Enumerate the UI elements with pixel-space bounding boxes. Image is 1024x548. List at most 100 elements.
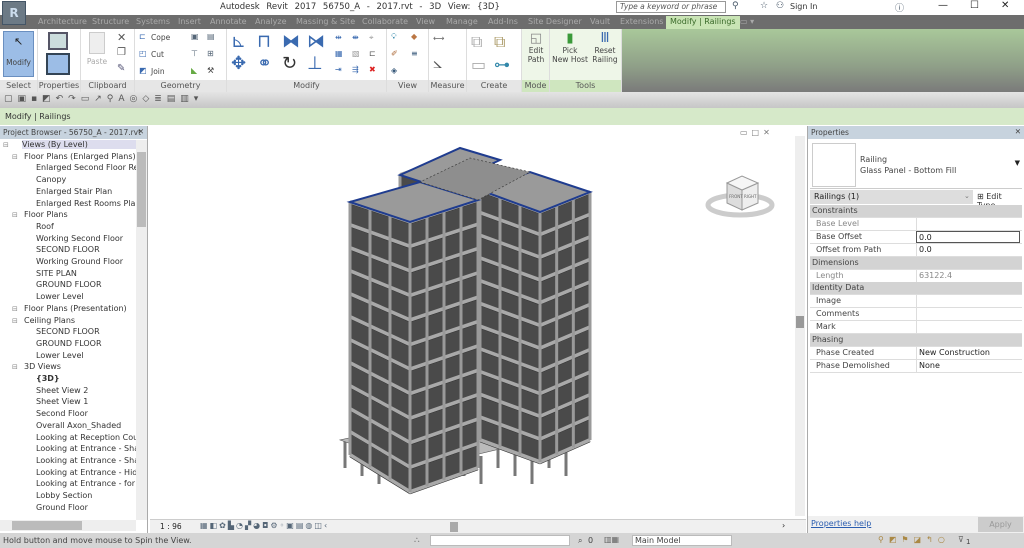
tab-add-ins[interactable]: Add-Ins [488,16,518,29]
tab-collaborate[interactable]: Collaborate [362,16,408,29]
linework-icon[interactable]: ✐ [391,49,398,58]
browser-item[interactable]: SITE PLAN [36,269,136,278]
demolish-icon[interactable]: ⚒ [207,66,214,75]
browser-item[interactable]: Looking at Entrance - Hidde [36,468,136,477]
type-selector[interactable]: Railing Glass Panel - Bottom Fill ▼ [810,141,1022,189]
dimension-icon[interactable]: ⦣ [433,53,442,73]
move-icon[interactable]: ✥ [231,53,246,74]
design-options-icon[interactable]: ▥▦ [604,535,619,544]
cope-button[interactable]: Cope [151,33,170,42]
browser-item[interactable]: Looking at Entrance - Shade [36,444,136,453]
help-icon[interactable]: ⓘ [895,1,904,14]
search-input[interactable]: Type a keyword or phrase [616,1,726,13]
expand-toggle-icon[interactable]: ⊟ [12,211,20,219]
split-icon[interactable]: ⇹ [335,33,342,42]
property-value[interactable]: None [916,359,1020,372]
sign-in-button[interactable]: Sign In [790,2,817,11]
close-icon[interactable]: ✕ [138,127,144,136]
split-face-icon[interactable]: ▤ [207,32,215,41]
tab-vault[interactable]: Vault [590,16,610,29]
user-icon[interactable]: ⚇ [776,1,784,11]
override-icon[interactable]: ◆ [411,32,417,41]
scrollbar-thumb[interactable] [12,521,82,530]
section-phasing[interactable]: Phasing [810,334,1022,347]
mirror-axis-icon[interactable]: ⧓ [282,31,300,52]
browser-item[interactable]: Overall Axon_Shaded [36,421,136,430]
trim-extend-single-icon[interactable]: ⇥ [335,65,342,74]
pin-icon[interactable]: ⌖ [369,33,374,43]
horizontal-scroll-thumb[interactable] [450,522,458,532]
property-value[interactable]: 63122.4 [916,269,1020,282]
property-value[interactable]: New Construction [916,346,1020,359]
beam-join-icon[interactable]: ⊤ [191,49,198,58]
browser-item[interactable]: Ceiling Plans [24,316,136,325]
maximize-button[interactable]: ☐ [970,0,979,11]
browser-item[interactable]: Floor Plans (Presentation) [24,304,136,313]
section-constraints[interactable]: Constraints [810,205,1022,218]
properties-help-link[interactable]: Properties help [811,519,871,528]
tab-site-designer[interactable]: Site Designer [528,16,582,29]
close-button[interactable]: ✕ [1001,0,1009,11]
browser-item[interactable]: Working Ground Floor [36,257,136,266]
wall-joins-icon[interactable]: ▣ [191,32,199,41]
paste-button[interactable]: Paste [85,57,109,66]
tab-massing-site[interactable]: Massing & Site [296,16,355,29]
scale-icon[interactable]: ▧ [352,49,360,58]
mirror-draw-icon[interactable]: ⧒ [307,31,325,52]
star-icon[interactable]: ☆ [760,1,768,11]
browser-item[interactable]: Looking at Entrance - Shade [36,456,136,465]
horizontal-scrollbar[interactable] [0,520,136,531]
delete-icon[interactable]: ✖ [369,65,376,74]
browser-item[interactable]: Second Floor [36,409,136,418]
browser-item[interactable]: {3D} [36,374,136,383]
view-scale[interactable]: 1 : 96 [160,522,182,531]
edit-path-button[interactable]: ◱ Edit Path [523,31,549,77]
browser-item[interactable]: Lower Level [36,292,136,301]
selection-filter-icons[interactable]: ⚲◩⚑◪↰○ [878,535,950,544]
browser-item[interactable]: Floor Plans (Enlarged Plans) [24,152,136,161]
browser-item[interactable]: Sheet View 2 [36,386,136,395]
instance-filter-dropdown[interactable]: Railings (1) [810,190,973,204]
browser-item[interactable]: Views (By Level) [22,140,136,149]
tab-analyze[interactable]: Analyze [255,16,287,29]
browser-item[interactable]: 3D Views [24,362,136,371]
drawing-area-3d-view[interactable]: FRONT RIGHT ▭□✕ 1 : 96 ▦◧✿▙◔▞◕◘⚙◦▣▤◍◫‹ › [150,126,806,533]
editable-only-icon[interactable]: ⌕ [578,536,582,546]
unpin-icon[interactable]: ⊏ [369,49,376,58]
browser-item[interactable]: Ground Floor [36,503,136,512]
panel-label[interactable]: Select [0,80,37,92]
application-menu-button[interactable]: R [2,1,26,25]
tab-architecture[interactable]: Architecture [38,16,87,29]
scrollbar-thumb[interactable] [796,316,804,328]
rotate-icon[interactable]: ↻ [282,53,297,74]
browser-item[interactable]: GROUND FLOOR [36,280,136,289]
browser-item[interactable]: Floor Plans [24,210,136,219]
cut-geometry-button[interactable]: Cut [151,50,164,59]
scrollbar-thumb[interactable] [137,152,146,227]
design-option-dropdown[interactable]: Main Model [632,535,732,546]
browser-item[interactable]: GROUND FLOOR [36,339,136,348]
paint-icon[interactable]: ◣ [191,66,197,75]
reset-railing-button[interactable]: Ⅲ Reset Railing [590,31,620,64]
section-identity-data[interactable]: Identity Data [810,282,1022,296]
create-assembly-icon[interactable]: ⧉ [471,32,482,52]
canvas-vertical-scrollbar[interactable] [795,136,805,516]
view-element-icon[interactable]: ◈ [391,66,397,75]
property-value[interactable] [916,217,1020,230]
vertical-scrollbar[interactable] [136,140,147,520]
join-roof-icon[interactable]: ⊞ [207,49,214,58]
trim-icon[interactable]: ⊥ [307,53,323,74]
tab-manage[interactable]: Manage [446,16,478,29]
dropdown-arrow-icon[interactable]: ▼ [1015,159,1020,167]
tab-annotate[interactable]: Annotate [210,16,247,29]
browser-item[interactable]: Working Second Floor [36,234,136,243]
filter-icon[interactable]: ⊽ [958,535,964,544]
align-icon[interactable]: ⊾ [231,31,246,52]
property-value[interactable]: 0.0 [916,243,1020,256]
offset-icon[interactable]: ⊓ [257,31,271,52]
copy-icon[interactable]: ❐ [117,47,126,58]
tab-insert[interactable]: Insert [178,16,201,29]
close-icon[interactable]: ✕ [1015,127,1021,136]
browser-item[interactable]: Sheet View 1 [36,397,136,406]
split-gap-icon[interactable]: ⇼ [352,33,359,42]
